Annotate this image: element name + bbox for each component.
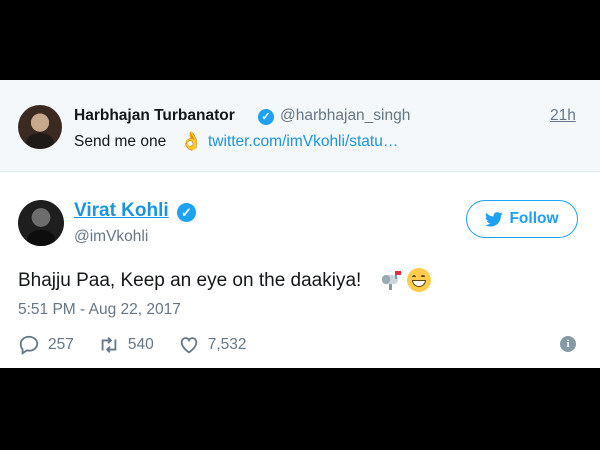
mailbox-icon <box>382 271 401 290</box>
parent-author-name[interactable]: Harbhajan Turbanator <box>74 107 235 125</box>
follow-label: Follow <box>509 210 559 227</box>
grinning-face-icon <box>407 268 431 292</box>
retweet-count: 540 <box>127 336 154 353</box>
like-action[interactable]: 7,532 <box>178 334 247 356</box>
tweet-actions: 257 540 7,532 <box>18 334 271 356</box>
follow-button[interactable]: Follow <box>466 200 578 238</box>
parent-tweet-time[interactable]: 21h <box>550 107 576 125</box>
reply-count: 257 <box>48 336 74 353</box>
author-name[interactable]: Virat Kohli <box>74 200 169 222</box>
reply-action[interactable]: 257 <box>18 334 74 356</box>
quoted-tweet[interactable]: Harbhajan Turbanator ✓ @harbhajan_singh … <box>0 80 600 172</box>
retweet-icon <box>101 337 117 353</box>
reply-icon <box>19 335 39 355</box>
verified-badge-icon: ✓ <box>177 203 196 222</box>
like-count: 7,532 <box>207 336 247 353</box>
avatar[interactable] <box>18 200 64 246</box>
tweet-timestamp[interactable]: 5:51 PM - Aug 22, 2017 <box>18 301 181 319</box>
info-icon[interactable]: i <box>560 336 576 352</box>
verified-badge-icon: ✓ <box>258 109 274 125</box>
ok-hand-icon: 👌 <box>180 131 203 151</box>
avatar[interactable] <box>18 105 62 149</box>
parent-tweet-link[interactable]: twitter.com/imVkohli/statu… <box>208 133 398 151</box>
author-handle[interactable]: @imVkohli <box>74 228 148 246</box>
retweet-action[interactable]: 540 <box>98 334 154 356</box>
twitter-bird-icon <box>485 211 504 227</box>
tweet-text: Bhajju Paa, Keep an eye on the daakiya! <box>18 270 362 291</box>
parent-tweet-text: Send me one <box>74 133 167 150</box>
tweet-embed-card: Harbhajan Turbanator ✓ @harbhajan_singh … <box>0 80 600 368</box>
heart-icon <box>180 337 198 354</box>
parent-author-handle[interactable]: @harbhajan_singh <box>280 107 410 125</box>
